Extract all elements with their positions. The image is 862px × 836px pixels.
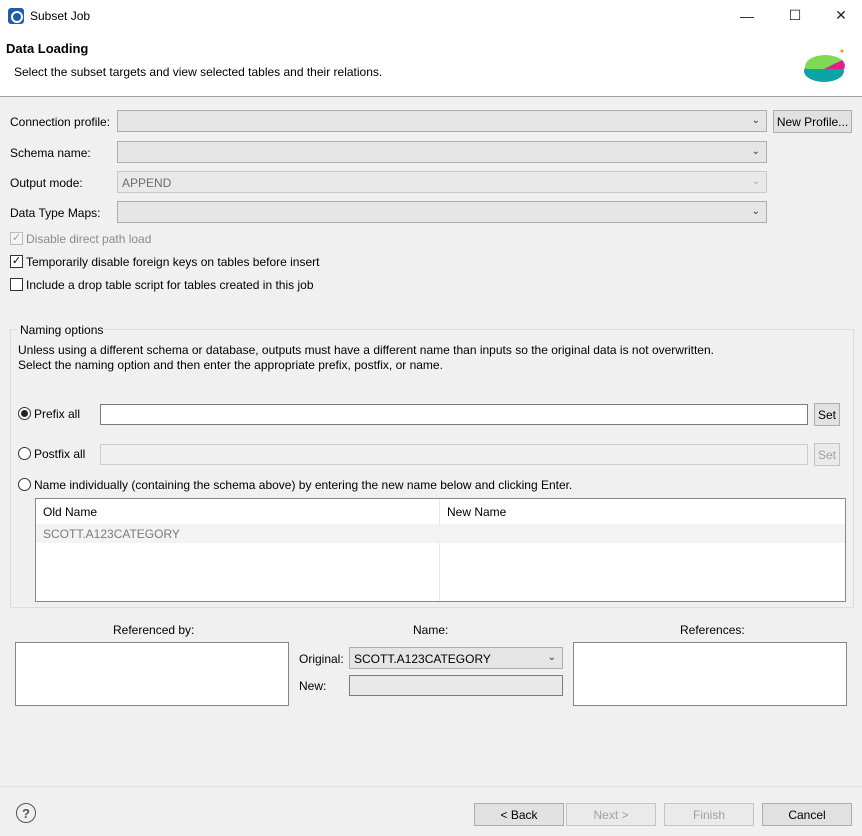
- drop-table-script-label: Include a drop table script for tables c…: [26, 278, 314, 292]
- name-individually-radio[interactable]: [18, 478, 31, 491]
- prefix-set-button[interactable]: Set: [814, 403, 840, 426]
- references-label: References:: [680, 623, 745, 637]
- output-mode-label: Output mode:: [10, 176, 83, 190]
- postfix-input[interactable]: [100, 444, 808, 465]
- chevron-down-icon: ⌄: [751, 115, 760, 126]
- new-name-field[interactable]: [349, 675, 563, 696]
- name-individually-label: Name individually (containing the schema…: [34, 478, 573, 492]
- connection-profile-select[interactable]: ⌄: [117, 110, 767, 132]
- close-button[interactable]: ✕: [818, 0, 862, 31]
- column-header-new-name[interactable]: New Name: [440, 499, 845, 524]
- prefix-input[interactable]: [100, 404, 808, 425]
- prefix-all-label: Prefix all: [34, 407, 81, 421]
- column-separator: [439, 499, 440, 601]
- prefix-all-radio[interactable]: [18, 407, 31, 420]
- table-row[interactable]: SCOTT.A123CATEGORY: [36, 524, 845, 543]
- data-type-maps-label: Data Type Maps:: [10, 206, 101, 220]
- minimize-button[interactable]: —: [724, 0, 770, 31]
- schema-name-label: Schema name:: [10, 146, 91, 160]
- naming-description-line1: Unless using a different schema or datab…: [18, 343, 714, 357]
- chevron-down-icon: ⌄: [751, 206, 760, 217]
- drop-table-script-checkbox[interactable]: [10, 278, 23, 291]
- app-icon: [8, 8, 24, 24]
- disable-foreign-keys-label: Temporarily disable foreign keys on tabl…: [26, 255, 320, 269]
- footer-divider: [0, 786, 862, 787]
- chevron-down-icon: ⌄: [751, 146, 760, 157]
- back-button[interactable]: < Back: [474, 803, 564, 826]
- original-select[interactable]: SCOTT.A123CATEGORY ⌄: [349, 647, 563, 669]
- postfix-all-radio[interactable]: [18, 447, 31, 460]
- name-label: Name:: [413, 623, 449, 637]
- references-list[interactable]: [573, 642, 847, 706]
- finish-button[interactable]: Finish: [664, 803, 754, 826]
- disable-foreign-keys-checkbox[interactable]: ✓: [10, 255, 23, 268]
- help-icon[interactable]: ?: [16, 803, 36, 823]
- data-type-maps-select[interactable]: ⌄: [117, 201, 767, 223]
- schema-name-select[interactable]: ⌄: [117, 141, 767, 163]
- wizard-banner-icon: [804, 49, 845, 82]
- page-description: Select the subset targets and view selec…: [14, 65, 383, 79]
- postfix-set-button[interactable]: Set: [814, 443, 840, 466]
- rename-table[interactable]: Old Name New Name SCOTT.A123CATEGORY: [35, 498, 846, 602]
- disable-direct-path-load-checkbox[interactable]: ✓: [10, 232, 23, 245]
- column-header-old-name[interactable]: Old Name: [36, 499, 439, 524]
- title-bar: Subset Job — ☐ ✕: [0, 0, 862, 31]
- next-button[interactable]: Next >: [566, 803, 656, 826]
- naming-description-line2: Select the naming option and then enter …: [18, 358, 443, 372]
- chevron-down-icon: ⌄: [547, 652, 556, 663]
- page-title: Data Loading: [6, 41, 89, 56]
- referenced-by-list[interactable]: [15, 642, 289, 706]
- window-title: Subset Job: [30, 9, 91, 23]
- original-label: Original:: [299, 652, 344, 666]
- wizard-header: Data Loading Select the subset targets a…: [0, 31, 862, 97]
- chevron-down-icon: ⌄: [751, 176, 760, 187]
- new-label: New:: [299, 679, 327, 693]
- cancel-button[interactable]: Cancel: [762, 803, 852, 826]
- new-profile-button[interactable]: New Profile...: [773, 110, 852, 133]
- old-name-cell: SCOTT.A123CATEGORY: [43, 527, 180, 541]
- naming-options-label: Naming options: [18, 323, 106, 337]
- connection-profile-label: Connection profile:: [10, 115, 111, 129]
- postfix-all-label: Postfix all: [34, 447, 86, 461]
- referenced-by-label: Referenced by:: [113, 623, 195, 637]
- disable-direct-path-load-label: Disable direct path load: [26, 232, 152, 246]
- maximize-button[interactable]: ☐: [772, 0, 818, 31]
- output-mode-select[interactable]: APPEND ⌄: [117, 171, 767, 193]
